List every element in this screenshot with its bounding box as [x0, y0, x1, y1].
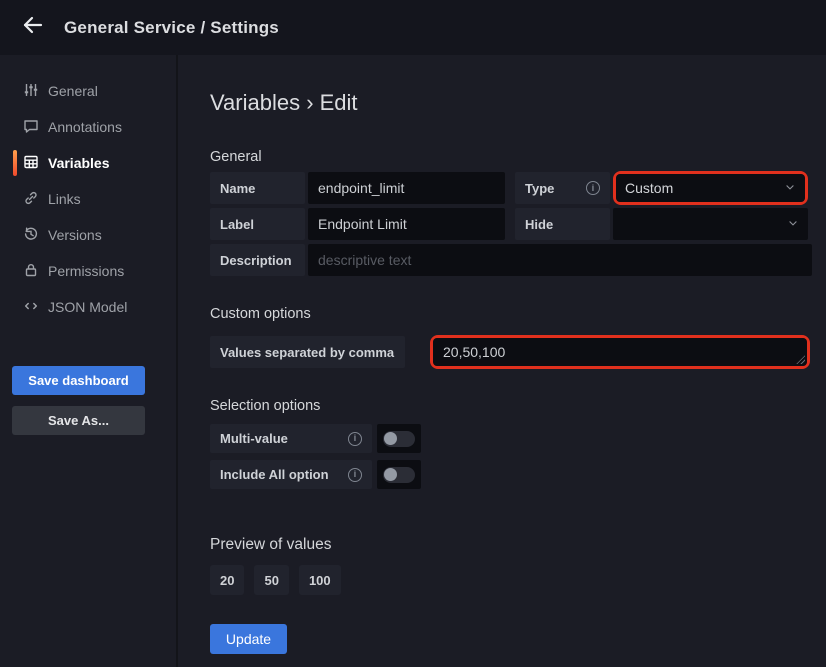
info-icon[interactable]	[586, 181, 600, 195]
back-button[interactable]	[16, 11, 50, 45]
sidebar-item-annotations[interactable]: Annotations	[0, 109, 176, 145]
sidebar-item-label: Annotations	[48, 119, 122, 135]
top-header: General Service / Settings	[0, 0, 826, 55]
sidebar-item-links[interactable]: Links	[0, 181, 176, 217]
sidebar-item-permissions[interactable]: Permissions	[0, 253, 176, 289]
sidebar-item-label: Links	[48, 191, 81, 207]
resize-handle[interactable]	[796, 355, 805, 364]
history-icon	[23, 226, 39, 245]
sidebar-item-label: General	[48, 83, 98, 99]
code-icon	[23, 298, 39, 317]
update-button[interactable]: Update	[210, 624, 287, 654]
info-icon[interactable]	[348, 432, 362, 446]
selection-options-heading: Selection options	[210, 398, 812, 414]
sidebar-item-json-model[interactable]: JSON Model	[0, 289, 176, 325]
hide-label-cell: Hide	[515, 208, 610, 240]
toggle-track	[383, 467, 415, 483]
save-dashboard-button[interactable]: Save dashboard	[12, 366, 145, 395]
preview-heading: Preview of values	[210, 536, 812, 554]
type-label-cell: Type	[515, 172, 610, 204]
type-select[interactable]: Custom	[616, 174, 805, 202]
sidebar-item-general[interactable]: General	[0, 73, 176, 109]
toggle-knob	[384, 432, 397, 445]
general-section-heading: General	[210, 149, 812, 165]
sidebar-item-variables[interactable]: Variables	[0, 145, 176, 181]
label-hide-row: Label Hide	[210, 208, 812, 240]
chevron-down-icon	[787, 216, 799, 232]
sidebar-item-label: JSON Model	[48, 299, 127, 315]
type-label: Type	[525, 181, 554, 196]
values-row: Values separated by comma	[210, 336, 812, 368]
sidebar-item-label: Versions	[48, 227, 102, 243]
page-title: Variables › Edit	[210, 90, 812, 116]
toggle-knob	[384, 468, 397, 481]
preview-chip: 20	[210, 565, 244, 595]
values-label: Values separated by comma	[210, 336, 405, 368]
preview-chip: 100	[299, 565, 341, 595]
name-input[interactable]	[308, 172, 505, 204]
grafana-settings-screen: General Service / Settings General Annot…	[0, 0, 826, 667]
include-all-label: Include All option	[220, 467, 329, 482]
comment-icon	[23, 118, 39, 137]
custom-options-heading: Custom options	[210, 306, 812, 322]
description-label: Description	[210, 244, 305, 276]
variables-edit-panel: Variables › Edit General Name Type Custo…	[178, 55, 826, 667]
label-label: Label	[210, 208, 305, 240]
name-label: Name	[210, 172, 305, 204]
multi-value-label-cell: Multi-value	[210, 424, 372, 453]
multi-value-label: Multi-value	[220, 431, 288, 446]
description-input[interactable]	[308, 244, 812, 276]
preview-values: 20 50 100	[210, 565, 812, 595]
save-as-button[interactable]: Save As...	[12, 406, 145, 435]
breadcrumb-title: General Service / Settings	[64, 18, 279, 38]
sidebar-item-label: Permissions	[48, 263, 124, 279]
description-row: Description	[210, 244, 812, 276]
include-all-label-cell: Include All option	[210, 460, 372, 489]
sidebar-item-versions[interactable]: Versions	[0, 217, 176, 253]
sidebar-item-label: Variables	[48, 155, 110, 171]
type-select-value: Custom	[625, 180, 673, 196]
info-icon[interactable]	[348, 468, 362, 482]
link-icon	[23, 190, 39, 209]
settings-sidebar: General Annotations Variables Links Vers…	[0, 55, 178, 667]
multi-value-row: Multi-value	[210, 424, 812, 453]
table-icon	[23, 154, 39, 173]
chevron-down-icon	[784, 180, 796, 196]
toggle-track	[383, 431, 415, 447]
label-input[interactable]	[308, 208, 505, 240]
preview-chip: 50	[254, 565, 288, 595]
multi-value-toggle[interactable]	[377, 424, 421, 453]
include-all-row: Include All option	[210, 460, 812, 489]
name-type-row: Name Type Custom	[210, 172, 812, 204]
lock-icon	[23, 262, 39, 281]
include-all-toggle[interactable]	[377, 460, 421, 489]
annotation-ring-type: Custom	[613, 171, 808, 205]
sliders-icon	[23, 82, 39, 101]
annotation-ring-values	[430, 335, 810, 369]
hide-select[interactable]	[613, 208, 808, 240]
arrow-left-icon	[21, 13, 45, 42]
values-input[interactable]	[433, 338, 807, 366]
